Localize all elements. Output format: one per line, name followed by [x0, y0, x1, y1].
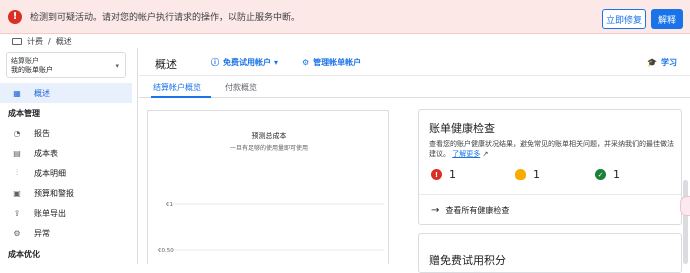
arrow-right-icon: →: [431, 205, 440, 216]
dashboard-icon: ▦: [13, 88, 21, 98]
sidebar-item-label: 成本表: [34, 148, 58, 158]
gear-icon: ⚙: [302, 58, 310, 67]
sidebar-item-reports[interactable]: ◔ 报告: [0, 123, 138, 143]
school-icon: 🎓: [647, 58, 657, 67]
manage-accounts-link[interactable]: ⚙ 管理帐单帐户: [302, 57, 361, 68]
health-title: 账单健康检查: [429, 122, 495, 135]
account-name: 我的账单账户: [11, 66, 53, 74]
chevron-down-icon: ▾: [115, 62, 119, 70]
sidebar-item-label: 概述: [34, 88, 50, 98]
breadcrumb-billing[interactable]: 计费: [27, 36, 43, 47]
sidebar-item-cost-breakdown[interactable]: ⫶ 成本明细: [0, 163, 138, 183]
check-icon: ✓: [595, 169, 606, 180]
sidebar-item-anomalies[interactable]: ⚙ 异常: [0, 223, 138, 243]
stat-value: 1: [613, 168, 620, 181]
lightbulb-icon: [515, 169, 526, 180]
free-trial-dropdown[interactable]: ⓘ 免费试用帐户 ▾: [211, 57, 278, 68]
chevron-down-icon: ▾: [274, 58, 279, 67]
chart-canvas: €1 €0.50: [158, 202, 384, 254]
learn-button[interactable]: 🎓 学习: [647, 57, 677, 68]
sidebar-item-budgets[interactable]: ▣ 预算和警报: [0, 183, 138, 203]
sidebar-item-overview[interactable]: ▦ 概述: [0, 83, 132, 103]
sidebar-item-cost-table[interactable]: ▤ 成本表: [0, 143, 138, 163]
y-tick-label: €0.50: [158, 248, 174, 254]
y-tick-label: €1: [166, 202, 173, 208]
table-icon: ▤: [13, 148, 21, 158]
learn-more-link[interactable]: 了解更多: [452, 150, 480, 158]
stat-recommendations[interactable]: 1: [515, 168, 540, 181]
forecast-chart-card: 预测总成本 一旦有足够的使用量即可使用 €1 €0.50: [147, 110, 389, 264]
sidebar-item-label: 账单导出: [34, 208, 66, 218]
sidebar: 结算账户 我的账单账户 ▾ ▦ 概述 成本管理 ◔ 报告 ▤ 成本表 ⫶ 成本明…: [0, 48, 138, 264]
tab-billing-account-overview[interactable]: 结算帐户概览: [153, 82, 201, 93]
external-link-icon: ↗: [480, 150, 489, 159]
divider: [419, 194, 681, 195]
section-cost-management: 成本管理: [8, 109, 40, 118]
tab-bar: 结算帐户概览 付款概览: [139, 76, 690, 98]
billing-health-card: 账单健康检查 查看您的账户健康状况结果，避免常见的账单相关问题，并采纳我们的最佳…: [418, 109, 682, 225]
anomaly-icon: ⚙: [13, 228, 21, 238]
tab-payment-overview[interactable]: 付款概览: [225, 82, 257, 93]
view-all-health-checks-link[interactable]: → 查看所有健康检查: [431, 205, 509, 216]
breadcrumb-separator: /: [48, 36, 51, 46]
stat-value: 1: [449, 168, 456, 181]
view-all-label: 查看所有健康检查: [445, 206, 510, 215]
section-cost-optimization: 成本优化: [8, 250, 40, 259]
free-trial-card: 赠免费试用积分: [418, 233, 682, 273]
sidebar-item-label: 报告: [34, 128, 50, 138]
report-icon: ◔: [13, 128, 21, 138]
page-header: 概述 ⓘ 免费试用帐户 ▾ ⚙ 管理帐单帐户: [139, 48, 690, 76]
stat-value: 1: [533, 168, 540, 181]
budget-icon: ▣: [13, 188, 21, 198]
stat-passed[interactable]: ✓ 1: [595, 168, 620, 181]
breadcrumb-current: 概述: [55, 36, 72, 46]
manage-accounts-label: 管理帐单帐户: [313, 58, 362, 67]
explain-button[interactable]: 解释: [651, 9, 683, 29]
sidebar-item-label: 预算和警报: [34, 188, 74, 198]
info-icon: ⓘ: [211, 58, 219, 67]
scrollbar[interactable]: [683, 180, 688, 264]
sidebar-item-label: 成本明细: [34, 168, 66, 178]
alert-message: 检测到可疑活动。请对您的帐户执行请求的操作，以防止服务中断。: [30, 13, 301, 23]
error-icon: !: [8, 9, 22, 24]
learn-label: 学习: [660, 58, 677, 67]
sidebar-item-billing-export[interactable]: ⇪ 账单导出: [0, 203, 138, 223]
breakdown-icon: ⫶: [16, 168, 18, 177]
alert-banner: ! 检测到可疑活动。请对您的帐户执行请求的操作，以防止服务中断。: [0, 0, 690, 34]
breadcrumb: 计费 / 概述: [0, 34, 690, 48]
billing-account-selector[interactable]: 结算账户 我的账单账户 ▾: [6, 52, 126, 78]
active-tab-indicator: [151, 96, 211, 98]
free-trial-label: 免费试用帐户: [223, 58, 271, 67]
stat-errors[interactable]: ! 1: [431, 168, 456, 181]
export-icon: ⇪: [13, 208, 21, 218]
billing-icon: [12, 37, 22, 45]
free-trial-title: 赠免费试用积分: [429, 254, 506, 267]
health-description: 查看您的账户健康状况结果，避免常见的账单相关问题，并采纳我们的最佳做法建议。 了…: [429, 139, 679, 159]
sidebar-item-label: 异常: [34, 228, 50, 238]
floating-tab[interactable]: [680, 196, 690, 216]
page-title: 概述: [155, 58, 177, 71]
error-icon: !: [431, 169, 442, 180]
fix-now-button[interactable]: 立即修复: [602, 9, 646, 29]
